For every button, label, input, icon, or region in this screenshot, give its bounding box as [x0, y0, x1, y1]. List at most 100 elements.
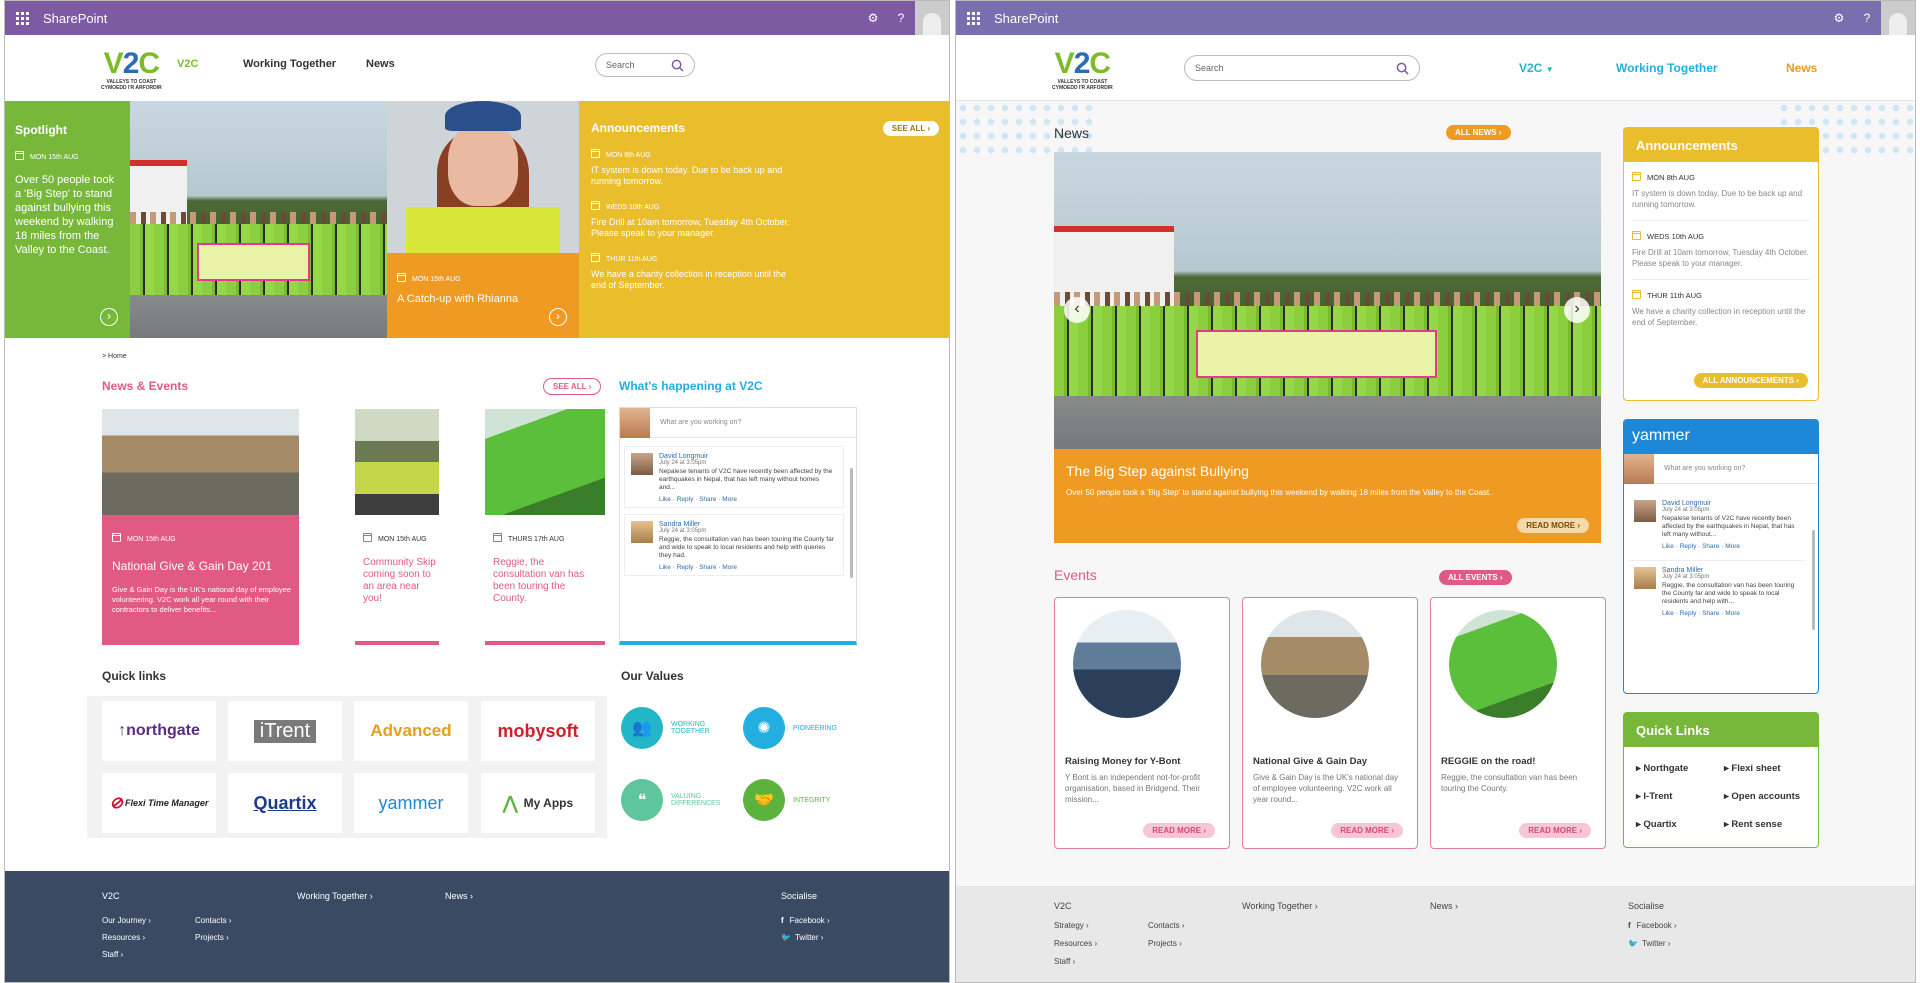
- footer-link[interactable]: Resources ›: [1054, 939, 1097, 948]
- news-events-see-all-button[interactable]: SEE ALL ›: [543, 378, 602, 395]
- facebook-link[interactable]: f Facebook ›: [781, 916, 830, 925]
- announcement-item[interactable]: WEDS 10th AUG Fire Drill at 10am tomorro…: [591, 201, 939, 239]
- search-icon[interactable]: [671, 59, 684, 72]
- quicklink-flexi-time-manager[interactable]: ⊘ Flexi Time Manager: [102, 773, 216, 833]
- footer-working-together[interactable]: Working Together ›: [297, 891, 373, 901]
- read-more-button[interactable]: READ MORE ›: [1143, 823, 1215, 838]
- nav-v2c[interactable]: V2C: [177, 58, 198, 70]
- feed-post[interactable]: David Longmuir July 24 at 3:05pm Nepales…: [624, 446, 844, 508]
- help-icon[interactable]: ?: [887, 1, 915, 35]
- announcement-item[interactable]: MON 8th AUG IT system is down today. Due…: [1624, 162, 1818, 210]
- quicklink-advanced[interactable]: Advanced: [354, 701, 468, 761]
- footer-link[interactable]: Resources ›: [102, 933, 145, 942]
- search-input[interactable]: Search: [1184, 55, 1420, 81]
- post-actions[interactable]: Like · Reply · Share · More: [659, 496, 837, 503]
- news-card-skip[interactable]: MON 15th AUG Community Skip coming soon …: [355, 409, 439, 645]
- post-actions[interactable]: Like · Reply · Share · More: [1662, 543, 1800, 550]
- footer-link[interactable]: Strategy ›: [1054, 921, 1089, 930]
- spotlight-panel[interactable]: Spotlight MON 15th AUG Over 50 people to…: [5, 101, 130, 338]
- quicklink-my-apps[interactable]: ⋀ My Apps: [481, 773, 595, 833]
- quicklink-itrent[interactable]: ▸ I-Trent: [1636, 791, 1672, 802]
- footer-v2c[interactable]: V2C: [1054, 901, 1072, 911]
- search-icon[interactable]: [1396, 62, 1409, 75]
- event-card[interactable]: Raising Money for Y-Bont Y Bont is an in…: [1054, 597, 1230, 849]
- quicklink-itrent[interactable]: iTrent: [228, 701, 342, 761]
- event-card[interactable]: National Give & Gain Day Give & Gain Day…: [1242, 597, 1418, 849]
- search-input[interactable]: Search: [595, 53, 695, 77]
- announcement-item[interactable]: THUR 11th AUG We have a charity collecti…: [591, 253, 939, 291]
- read-more-button[interactable]: READ MORE ›: [1519, 823, 1591, 838]
- announcement-item[interactable]: WEDS 10th AUG Fire Drill at 10am tomorro…: [1632, 220, 1810, 269]
- read-more-button[interactable]: READ MORE ›: [1517, 518, 1589, 533]
- app-launcher-icon[interactable]: [956, 1, 990, 35]
- read-more-button[interactable]: READ MORE ›: [1331, 823, 1403, 838]
- feed-post[interactable]: David Longmuir July 24 at 3:05pm Nepales…: [1628, 494, 1806, 554]
- quicklink-quartix[interactable]: Quartix: [228, 773, 342, 833]
- footer-news[interactable]: News ›: [1430, 901, 1458, 911]
- post-actions[interactable]: Like · Reply · Share · More: [659, 564, 837, 571]
- user-avatar[interactable]: [915, 1, 949, 35]
- app-launcher-icon[interactable]: [5, 1, 39, 35]
- nav-v2c-dropdown[interactable]: V2C ▼: [1519, 61, 1554, 75]
- help-icon[interactable]: ?: [1853, 1, 1881, 35]
- carousel-prev-button[interactable]: ‹: [1064, 297, 1090, 323]
- scrollbar[interactable]: [1812, 530, 1815, 630]
- gear-icon[interactable]: ⚙: [859, 1, 887, 35]
- event-card[interactable]: REGGIE on the road! Reggie, the consulta…: [1430, 597, 1606, 849]
- news-events-title: News & Events: [102, 379, 189, 393]
- scrollbar[interactable]: [850, 468, 853, 578]
- news-card-reggie[interactable]: THURS 17th AUG Reggie, the consultation …: [485, 409, 605, 645]
- breadcrumb[interactable]: > Home: [102, 353, 127, 360]
- post-actions[interactable]: Like · Reply · Share · More: [1662, 610, 1800, 617]
- user-avatar[interactable]: [1881, 1, 1915, 35]
- sharepoint-title[interactable]: SharePoint: [39, 11, 859, 26]
- footer-link[interactable]: Staff ›: [1054, 957, 1075, 966]
- chevron-right-icon[interactable]: ›: [549, 308, 567, 326]
- quicklink-northgate[interactable]: ▸ Northgate: [1636, 763, 1688, 774]
- nav-working-together[interactable]: Working Together: [243, 58, 336, 70]
- v2c-logo[interactable]: V2C VALLEYS TO COAST CYMOEDD I'R ARFORDIR: [101, 49, 162, 92]
- announcement-item[interactable]: MON 8th AUG IT system is down today. Due…: [591, 149, 939, 187]
- compose-box[interactable]: What are you working on?: [620, 407, 856, 438]
- footer-link[interactable]: Projects ›: [195, 933, 229, 942]
- footer-link[interactable]: Projects ›: [1148, 939, 1182, 948]
- carousel-next-button[interactable]: ›: [1564, 297, 1590, 323]
- footer-link[interactable]: Contacts ›: [195, 916, 231, 925]
- footer-v2c[interactable]: V2C: [102, 891, 120, 901]
- gear-icon[interactable]: ⚙: [1825, 1, 1853, 35]
- nav-news[interactable]: News: [1786, 61, 1817, 75]
- nav-working-together[interactable]: Working Together: [1616, 61, 1718, 75]
- compose-box[interactable]: What are you working on?: [1624, 453, 1818, 484]
- footer-link[interactable]: Staff ›: [102, 950, 123, 959]
- catchup-card[interactable]: MON 15th AUG A Catch-up with Rhianna ›: [387, 253, 579, 338]
- announcements-see-all-button[interactable]: SEE ALL ›: [882, 121, 939, 136]
- compass-icon: ✺: [743, 707, 785, 749]
- facebook-link[interactable]: f Facebook ›: [1628, 921, 1677, 930]
- news-hero-caption[interactable]: The Big Step against Bullying Over 50 pe…: [1054, 449, 1601, 543]
- all-events-button[interactable]: ALL EVENTS ›: [1439, 570, 1512, 585]
- footer-link[interactable]: Our Journey ›: [102, 916, 151, 925]
- quicklink-yammer[interactable]: yammer: [354, 773, 468, 833]
- feed-post[interactable]: Sandra Miller July 24 at 3:05pm Reggie, …: [624, 514, 844, 576]
- feed-post[interactable]: Sandra Miller July 24 at 3:05pm Reggie, …: [1628, 560, 1806, 621]
- announcement-item[interactable]: THUR 11th AUG We have a charity collecti…: [1632, 279, 1810, 328]
- all-news-button[interactable]: ALL NEWS ›: [1446, 125, 1511, 140]
- all-announcements-button[interactable]: ALL ANNOUNCEMENTS ›: [1693, 373, 1808, 388]
- quicklink-quartix[interactable]: ▸ Quartix: [1636, 819, 1677, 830]
- twitter-link[interactable]: 🐦 Twitter ›: [1628, 939, 1670, 948]
- chevron-right-icon[interactable]: ›: [100, 308, 118, 326]
- quicklink-rent-sense[interactable]: ▸ Rent sense: [1724, 819, 1782, 830]
- sharepoint-title[interactable]: SharePoint: [990, 11, 1825, 26]
- quicklink-flexi-sheet[interactable]: ▸ Flexi sheet: [1724, 763, 1781, 774]
- news-card-give-gain[interactable]: MON 15th AUG National Give & Gain Day 20…: [102, 409, 299, 645]
- quicklink-open-accounts[interactable]: ▸ Open accounts: [1724, 791, 1800, 802]
- quicklink-mobysoft[interactable]: mobysoft: [481, 701, 595, 761]
- announcements-title: Announcements: [1624, 128, 1818, 162]
- v2c-logo[interactable]: V2C VALLEYS TO COAST CYMOEDD I'R ARFORDIR: [1052, 49, 1113, 92]
- twitter-link[interactable]: 🐦 Twitter ›: [781, 933, 823, 942]
- footer-working-together[interactable]: Working Together ›: [1242, 901, 1318, 911]
- footer-link[interactable]: Contacts ›: [1148, 921, 1184, 930]
- quicklink-northgate[interactable]: ↑ northgate: [102, 701, 216, 761]
- footer-news[interactable]: News ›: [445, 891, 473, 901]
- nav-news[interactable]: News: [366, 58, 395, 70]
